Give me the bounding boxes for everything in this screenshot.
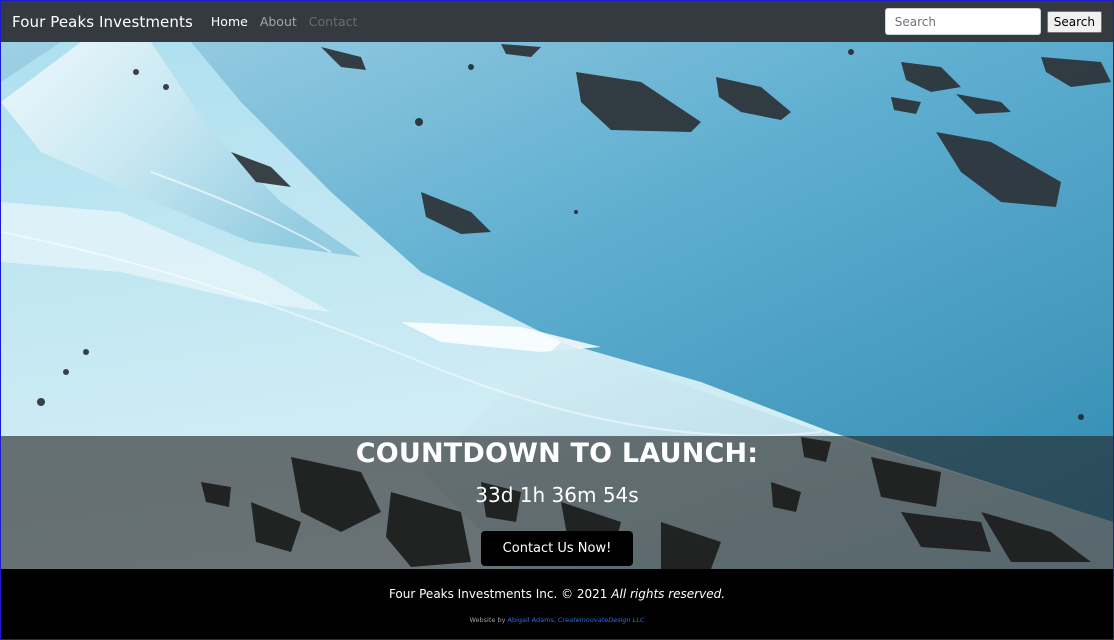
credit-company-link[interactable]: CreateInnovateDesign LLC: [558, 616, 645, 624]
hero-section: COUNTDOWN TO LAUNCH: 33d 1h 36m 54s Cont…: [1, 42, 1113, 569]
copyright-main: Four Peaks Investments Inc. © 2021: [388, 587, 608, 601]
footer: Four Peaks Investments Inc. © 2021 All r…: [1, 569, 1113, 639]
copyright-text: Four Peaks Investments Inc. © 2021 All r…: [1, 587, 1113, 601]
contact-us-button[interactable]: Contact Us Now!: [481, 531, 633, 566]
nav-link-about[interactable]: About: [260, 14, 297, 29]
search-button[interactable]: Search: [1046, 10, 1102, 33]
search-input[interactable]: [884, 8, 1041, 35]
credit-prefix: Website by: [469, 616, 506, 624]
countdown-timer: 33d 1h 36m 54s: [475, 483, 639, 507]
browser-viewport: Four Peaks Investments Home About Contac…: [0, 0, 1114, 640]
nav-link-home[interactable]: Home: [211, 14, 248, 29]
brand-link[interactable]: Four Peaks Investments: [12, 13, 193, 31]
nav-link-contact: Contact: [308, 14, 358, 29]
website-credit: Website by Abigail Adams, CreateInnovate…: [1, 616, 1113, 624]
credit-author-link[interactable]: Abigail Adams,: [508, 616, 556, 624]
search-form: Search: [884, 8, 1102, 35]
nav-links: Home About Contact: [211, 14, 358, 29]
navbar: Four Peaks Investments Home About Contac…: [1, 1, 1113, 42]
copyright-rights: All rights reserved.: [611, 587, 726, 601]
countdown-headline: COUNTDOWN TO LAUNCH:: [355, 438, 759, 469]
